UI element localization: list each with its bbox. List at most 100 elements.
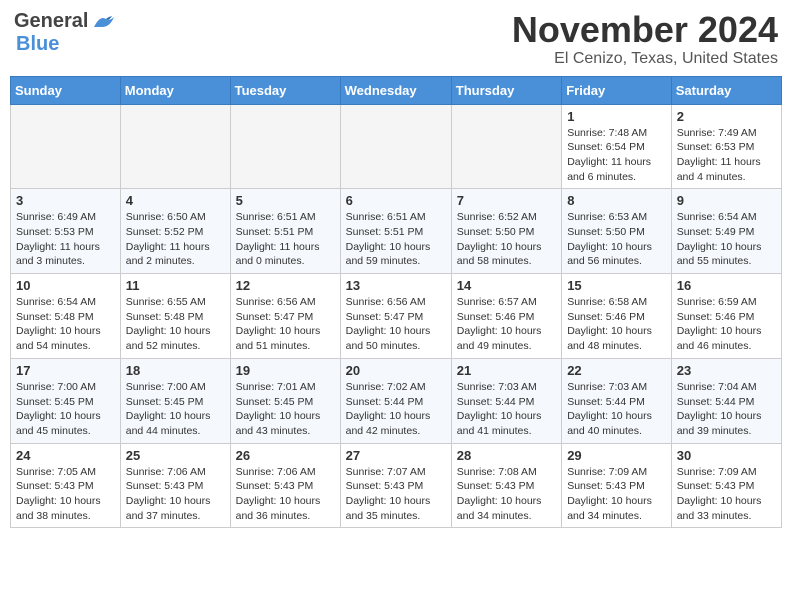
week-row-5: 24 Sunrise: 7:05 AMSunset: 5:43 PMDayligh… (11, 443, 782, 528)
day-number: 19 (236, 363, 335, 378)
day-number: 26 (236, 448, 335, 463)
weekday-header-wednesday: Wednesday (340, 76, 451, 104)
day-info: Sunrise: 7:06 AMSunset: 5:43 PMDaylight:… (236, 465, 335, 524)
day-number: 29 (567, 448, 666, 463)
calendar-cell: 26 Sunrise: 7:06 AMSunset: 5:43 PMDayligh… (230, 443, 340, 528)
logo: General Blue (14, 10, 114, 56)
day-info: Sunrise: 6:51 AMSunset: 5:51 PMDaylight:… (346, 210, 446, 269)
calendar-cell: 4Sunrise: 6:50 AMSunset: 5:52 PMDaylight… (120, 189, 230, 274)
day-number: 25 (126, 448, 225, 463)
day-number: 13 (346, 278, 446, 293)
day-info: Sunrise: 7:48 AMSunset: 6:54 PMDaylight:… (567, 126, 666, 185)
day-info: Sunrise: 6:59 AMSunset: 5:46 PMDaylight:… (677, 295, 776, 354)
day-number: 18 (126, 363, 225, 378)
day-info: Sunrise: 7:09 AMSunset: 5:43 PMDaylight:… (567, 465, 666, 524)
day-info: Sunrise: 6:56 AMSunset: 5:47 PMDaylight:… (346, 295, 446, 354)
calendar-cell: 24 Sunrise: 7:05 AMSunset: 5:43 PMDayligh… (11, 443, 121, 528)
calendar-cell: 15 Sunrise: 6:58 AMSunset: 5:46 PMDayligh… (562, 274, 672, 359)
day-info: Sunrise: 6:58 AMSunset: 5:46 PMDaylight:… (567, 295, 666, 354)
day-info: Sunrise: 6:54 AMSunset: 5:48 PMDaylight:… (16, 295, 115, 354)
calendar-cell: 12Sunrise: 6:56 AMSunset: 5:47 PMDayligh… (230, 274, 340, 359)
calendar-cell: 21Sunrise: 7:03 AMSunset: 5:44 PMDayligh… (451, 358, 561, 443)
weekday-header-saturday: Saturday (671, 76, 781, 104)
calendar-cell: 6 Sunrise: 6:51 AMSunset: 5:51 PMDaylight… (340, 189, 451, 274)
day-number: 20 (346, 363, 446, 378)
day-info: Sunrise: 6:57 AMSunset: 5:46 PMDaylight:… (457, 295, 556, 354)
day-info: Sunrise: 7:01 AMSunset: 5:45 PMDaylight:… (236, 380, 335, 439)
day-number: 10 (16, 278, 115, 293)
day-number: 1 (567, 109, 666, 124)
calendar-cell: 30Sunrise: 7:09 AMSunset: 5:43 PMDayligh… (671, 443, 781, 528)
calendar-cell (120, 104, 230, 189)
day-number: 3 (16, 193, 115, 208)
weekday-header-monday: Monday (120, 76, 230, 104)
day-info: Sunrise: 7:02 AMSunset: 5:44 PMDaylight:… (346, 380, 446, 439)
day-info: Sunrise: 6:51 AMSunset: 5:51 PMDaylight:… (236, 210, 335, 269)
day-info: Sunrise: 6:53 AMSunset: 5:50 PMDaylight:… (567, 210, 666, 269)
day-info: Sunrise: 7:49 AMSunset: 6:53 PMDaylight:… (677, 126, 776, 185)
day-number: 2 (677, 109, 776, 124)
day-info: Sunrise: 6:54 AMSunset: 5:49 PMDaylight:… (677, 210, 776, 269)
calendar-cell: 5 Sunrise: 6:51 AMSunset: 5:51 PMDaylight… (230, 189, 340, 274)
day-info: Sunrise: 7:05 AMSunset: 5:43 PMDaylight:… (16, 465, 115, 524)
calendar-cell: 7 Sunrise: 6:52 AMSunset: 5:50 PMDaylight… (451, 189, 561, 274)
calendar-cell: 20 Sunrise: 7:02 AMSunset: 5:44 PMDayligh… (340, 358, 451, 443)
calendar-cell: 10 Sunrise: 6:54 AMSunset: 5:48 PMDayligh… (11, 274, 121, 359)
day-number: 11 (126, 278, 225, 293)
day-number: 24 (16, 448, 115, 463)
weekday-header-sunday: Sunday (11, 76, 121, 104)
day-number: 15 (567, 278, 666, 293)
day-number: 7 (457, 193, 556, 208)
logo-blue-text: Blue (16, 33, 59, 56)
calendar-cell: 11 Sunrise: 6:55 AMSunset: 5:48 PMDayligh… (120, 274, 230, 359)
day-number: 6 (346, 193, 446, 208)
day-number: 14 (457, 278, 556, 293)
day-info: Sunrise: 7:04 AMSunset: 5:44 PMDaylight:… (677, 380, 776, 439)
logo-bird-icon (92, 13, 114, 31)
day-info: Sunrise: 6:52 AMSunset: 5:50 PMDaylight:… (457, 210, 556, 269)
day-number: 22 (567, 363, 666, 378)
day-info: Sunrise: 7:03 AMSunset: 5:44 PMDaylight:… (567, 380, 666, 439)
week-row-1: 1 Sunrise: 7:48 AMSunset: 6:54 PMDaylight… (11, 104, 782, 189)
day-number: 17 (16, 363, 115, 378)
calendar-cell: 3Sunrise: 6:49 AMSunset: 5:53 PMDaylight… (11, 189, 121, 274)
title-block: November 2024 El Cenizo, Texas, United S… (512, 10, 778, 68)
calendar-cell (230, 104, 340, 189)
calendar-cell: 8 Sunrise: 6:53 AMSunset: 5:50 PMDaylight… (562, 189, 672, 274)
day-info: Sunrise: 7:00 AMSunset: 5:45 PMDaylight:… (16, 380, 115, 439)
day-info: Sunrise: 7:06 AMSunset: 5:43 PMDaylight:… (126, 465, 225, 524)
day-number: 16 (677, 278, 776, 293)
day-info: Sunrise: 6:55 AMSunset: 5:48 PMDaylight:… (126, 295, 225, 354)
calendar-cell: 27Sunrise: 7:07 AMSunset: 5:43 PMDayligh… (340, 443, 451, 528)
week-row-2: 3Sunrise: 6:49 AMSunset: 5:53 PMDaylight… (11, 189, 782, 274)
logo-general-text: General (14, 10, 88, 33)
page-header: General Blue November 2024 El Cenizo, Te… (10, 10, 782, 68)
calendar-cell: 23Sunrise: 7:04 AMSunset: 5:44 PMDayligh… (671, 358, 781, 443)
month-title: November 2024 (512, 10, 778, 50)
weekday-header-thursday: Thursday (451, 76, 561, 104)
calendar-cell (451, 104, 561, 189)
calendar-cell: 17 Sunrise: 7:00 AMSunset: 5:45 PMDayligh… (11, 358, 121, 443)
weekday-header-friday: Friday (562, 76, 672, 104)
day-number: 8 (567, 193, 666, 208)
location: El Cenizo, Texas, United States (512, 50, 778, 68)
calendar-cell (340, 104, 451, 189)
day-number: 12 (236, 278, 335, 293)
calendar-cell: 22 Sunrise: 7:03 AMSunset: 5:44 PMDayligh… (562, 358, 672, 443)
day-info: Sunrise: 7:00 AMSunset: 5:45 PMDaylight:… (126, 380, 225, 439)
calendar-cell: 18 Sunrise: 7:00 AMSunset: 5:45 PMDayligh… (120, 358, 230, 443)
calendar-cell: 28Sunrise: 7:08 AMSunset: 5:43 PMDayligh… (451, 443, 561, 528)
week-row-3: 10 Sunrise: 6:54 AMSunset: 5:48 PMDayligh… (11, 274, 782, 359)
calendar-table: SundayMondayTuesdayWednesdayThursdayFrid… (10, 76, 782, 529)
day-number: 5 (236, 193, 335, 208)
day-info: Sunrise: 7:03 AMSunset: 5:44 PMDaylight:… (457, 380, 556, 439)
weekday-header-row: SundayMondayTuesdayWednesdayThursdayFrid… (11, 76, 782, 104)
week-row-4: 17 Sunrise: 7:00 AMSunset: 5:45 PMDayligh… (11, 358, 782, 443)
day-info: Sunrise: 6:50 AMSunset: 5:52 PMDaylight:… (126, 210, 225, 269)
calendar-cell: 16 Sunrise: 6:59 AMSunset: 5:46 PMDayligh… (671, 274, 781, 359)
day-number: 27 (346, 448, 446, 463)
day-number: 28 (457, 448, 556, 463)
calendar-cell: 25 Sunrise: 7:06 AMSunset: 5:43 PMDayligh… (120, 443, 230, 528)
calendar-cell: 14 Sunrise: 6:57 AMSunset: 5:46 PMDayligh… (451, 274, 561, 359)
calendar-cell (11, 104, 121, 189)
